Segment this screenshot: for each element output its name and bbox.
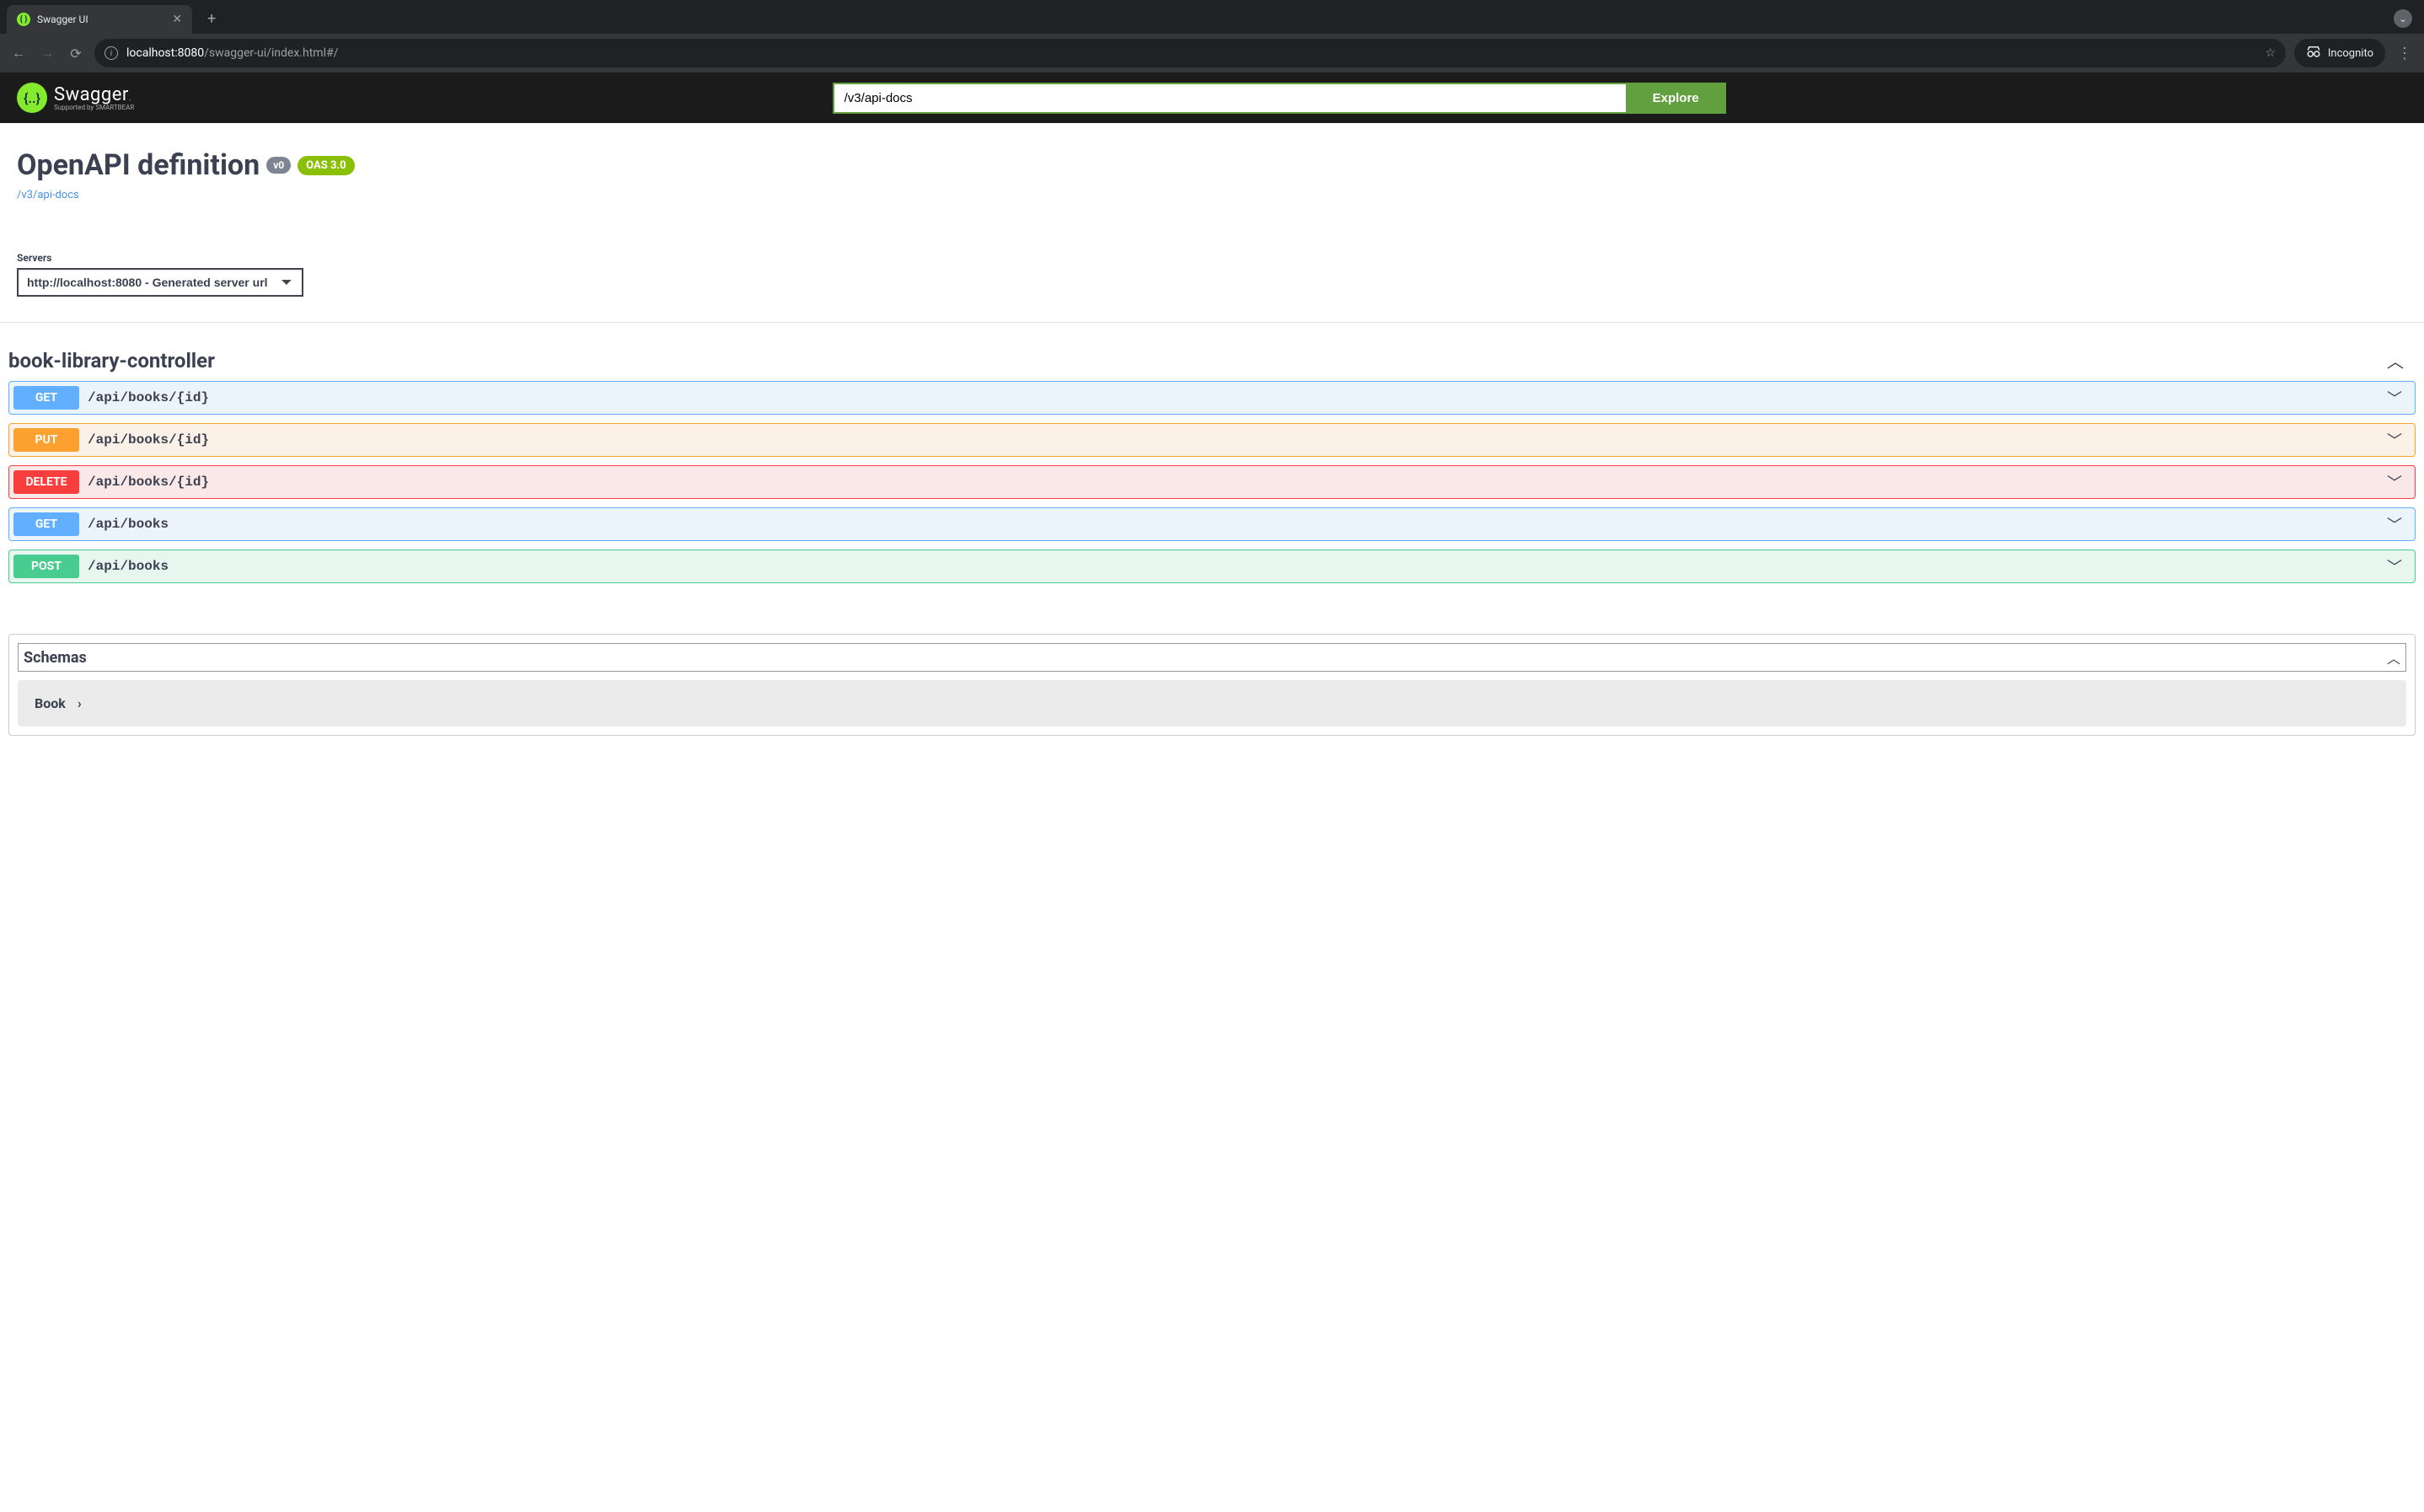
operation-path: /api/books/{id} [88,432,209,448]
incognito-icon [2306,46,2321,61]
bookmark-star-icon[interactable]: ☆ [2265,46,2276,60]
server-select[interactable]: http://localhost:8080 - Generated server… [17,268,303,297]
swagger-logo-icon: {..} [17,83,47,113]
operation-row[interactable]: GET/api/books ﹀ [8,507,2416,541]
forward-icon: → [37,45,57,62]
swagger-content: OpenAPI definition v0 OAS 3.0 /v3/api-do… [0,123,2424,322]
chevron-down-icon: ﹀ [2387,471,2411,493]
chevron-up-icon: ︿ [2387,647,2400,668]
operations-section: book-library-controller ︿ GET/api/books/… [0,323,2424,609]
version-badge: v0 [266,157,291,174]
http-method-badge: POST [13,555,79,578]
operation-path: /api/books [88,517,169,532]
tab-list-dropdown-icon[interactable]: ⌄ [2394,9,2412,28]
address-bar[interactable]: i localhost:8080/swagger-ui/index.html#/… [94,39,2286,67]
swagger-logo-text: Swagger [54,84,129,105]
operation-row[interactable]: PUT/api/books/{id} ﹀ [8,423,2416,457]
api-title: OpenAPI definition [17,148,260,182]
swagger-logo-subtext: Supported by SMARTBEAR [54,104,134,111]
http-method-badge: DELETE [13,470,79,494]
browser-toolbar: ← → ⟳ i localhost:8080/swagger-ui/index.… [0,34,2424,72]
tab-title: Swagger UI [37,13,88,25]
oas-badge: OAS 3.0 [298,156,355,175]
swagger-topbar: {..} Swagger. Supported by SMARTBEAR Exp… [0,72,2424,123]
url-text: localhost:8080/swagger-ui/index.html#/ [126,46,338,60]
schemas-header[interactable]: Schemas ︿ [18,643,2406,672]
http-method-badge: PUT [13,428,79,452]
chevron-down-icon: ﹀ [2387,513,2411,535]
browser-tab[interactable]: { } Swagger UI ✕ [7,5,192,34]
operation-path: /api/books [88,559,169,574]
operation-row[interactable]: DELETE/api/books/{id} ﹀ [8,465,2416,499]
chevron-down-icon: ﹀ [2387,387,2411,409]
explore-form: Explore [833,83,1726,114]
schemas-title: Schemas [24,649,87,667]
new-tab-button[interactable]: + [199,5,224,33]
operation-path: /api/books/{id} [88,475,209,490]
incognito-label: Incognito [2328,47,2373,60]
operation-path: /api/books/{id} [88,390,209,405]
browser-chrome: { } Swagger UI ✕ + ⌄ ← → ⟳ i localhost:8… [0,0,2424,72]
reload-icon[interactable]: ⟳ [66,46,86,62]
schemas-section: Schemas ︿ Book › [8,634,2416,736]
operation-row[interactable]: GET/api/books/{id} ﹀ [8,381,2416,415]
browser-menu-icon[interactable]: ⋮ [2394,45,2416,62]
spec-url-input[interactable] [833,83,1626,114]
api-title-row: OpenAPI definition v0 OAS 3.0 [17,148,2407,182]
swagger-favicon-icon: { } [17,13,30,26]
servers-label: Servers [17,252,2407,264]
close-tab-icon[interactable]: ✕ [172,13,182,26]
schema-item[interactable]: Book › [18,680,2406,727]
tab-strip: { } Swagger UI ✕ + ⌄ [0,0,2424,34]
schema-name: Book [35,695,66,711]
tag-name: book-library-controller [8,349,215,373]
site-info-icon[interactable]: i [105,46,118,60]
chevron-up-icon: ︿ [2387,348,2416,373]
explore-button[interactable]: Explore [1626,83,1726,114]
incognito-indicator[interactable]: Incognito [2294,39,2385,67]
servers-section: Servers http://localhost:8080 - Generate… [17,252,2407,322]
chevron-down-icon: ﹀ [2387,429,2411,451]
schemas-list: Book › [18,680,2406,727]
chevron-right-icon: › [78,695,82,711]
http-method-badge: GET [13,512,79,536]
swagger-logo[interactable]: {..} Swagger. Supported by SMARTBEAR [17,83,134,113]
operations-list: GET/api/books/{id}﹀PUT/api/books/{id}﹀DE… [8,381,2416,583]
http-method-badge: GET [13,386,79,410]
operation-row[interactable]: POST/api/books ﹀ [8,550,2416,583]
back-icon[interactable]: ← [8,45,29,62]
chevron-down-icon: ﹀ [2387,555,2411,577]
api-docs-link[interactable]: /v3/api-docs [17,189,79,201]
tag-header[interactable]: book-library-controller ︿ [8,340,2416,381]
